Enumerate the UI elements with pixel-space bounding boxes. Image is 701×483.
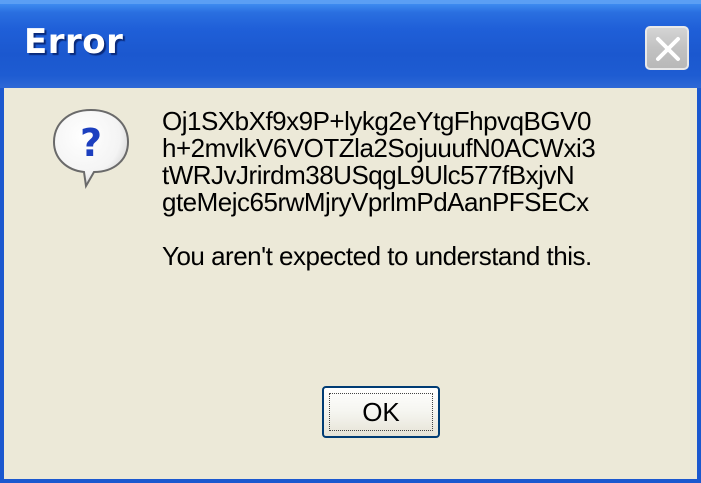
message-line: h+2mvlkV6VOTZla2SojuuufN0ACWxi3 [162, 133, 596, 163]
svg-text:?: ? [80, 121, 102, 165]
close-icon [656, 37, 680, 61]
message-line: tWRJvJrirdm38USqgL9Ulc577fBxjvN [162, 160, 575, 190]
title-bar[interactable]: Error [0, 0, 701, 88]
message-line: Oj1SXbXf9x9P+lykg2eYtgFhpvqBGV0 [162, 106, 591, 136]
window-title: Error [24, 22, 124, 62]
ok-button-label: OK [362, 397, 400, 427]
ok-button[interactable]: OK [322, 386, 440, 438]
message-text: Oj1SXbXf9x9P+lykg2eYtgFhpvqBGV0 h+2mvlkV… [162, 108, 682, 270]
close-button[interactable] [645, 26, 689, 70]
message-line: gteMejc65rwMjryVprlmPdAanPFSECx [162, 187, 589, 217]
error-dialog: Error ? Oj1SXbXf9x9P+lykg2eYtgFhpvqBGV0 … [0, 0, 701, 483]
question-icon: ? [52, 108, 130, 190]
message-note: You aren't expected to understand this. [162, 241, 592, 271]
